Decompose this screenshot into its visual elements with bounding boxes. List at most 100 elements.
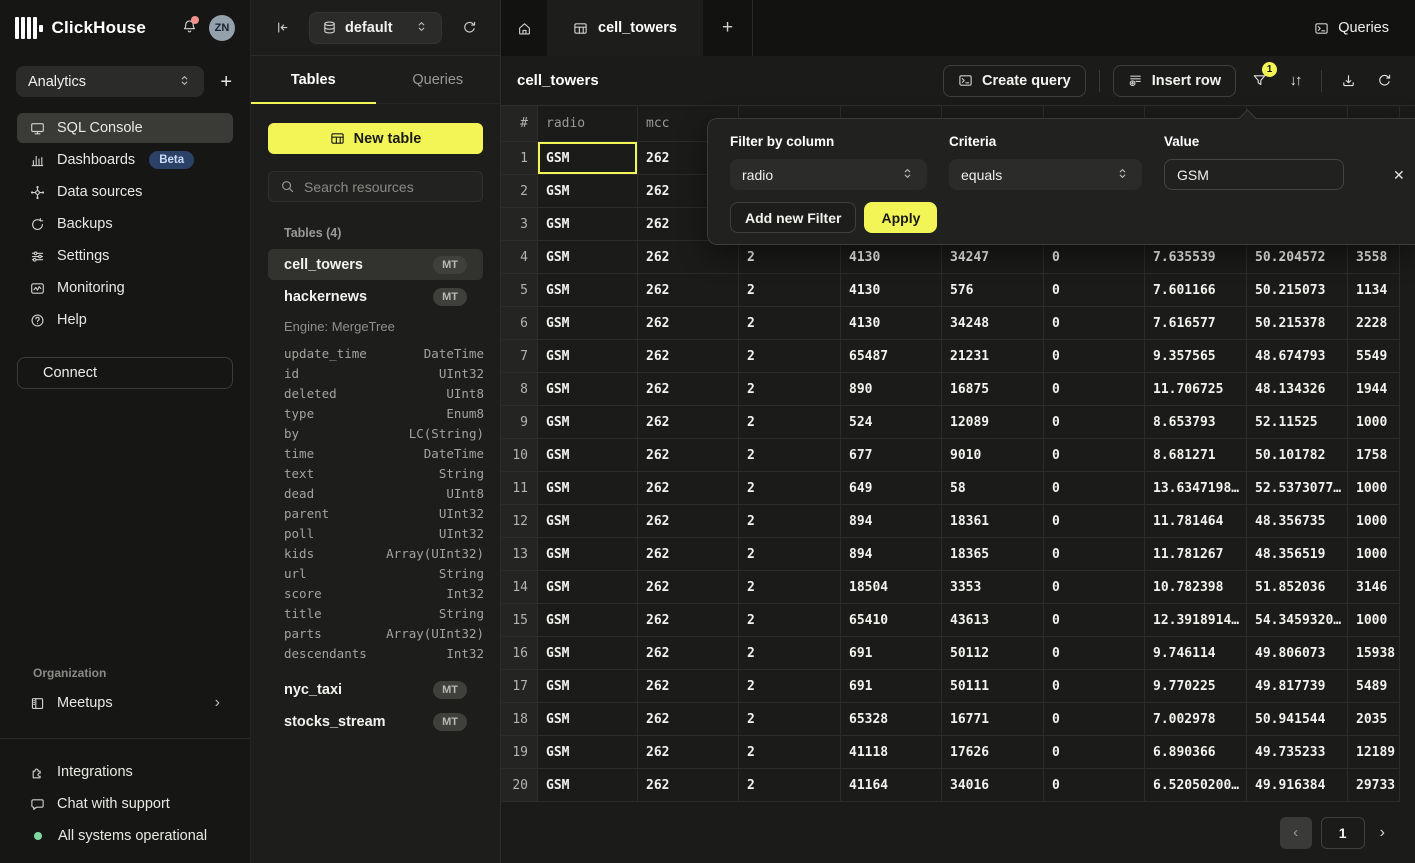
- table-cell[interactable]: 49.735233: [1247, 736, 1348, 769]
- table-cell[interactable]: 52.5373077…: [1247, 472, 1348, 505]
- table-cell[interactable]: GSM: [538, 604, 638, 637]
- pagination-page[interactable]: 1: [1321, 817, 1365, 849]
- table-cell[interactable]: 691: [841, 670, 942, 703]
- table-cell[interactable]: 0: [1044, 538, 1145, 571]
- table-cell[interactable]: 49.916384: [1247, 769, 1348, 802]
- table-cell[interactable]: 2: [739, 406, 841, 439]
- table-cell[interactable]: 894: [841, 538, 942, 571]
- sort-button[interactable]: ↓↑: [1282, 68, 1308, 94]
- table-cell[interactable]: 0: [1044, 637, 1145, 670]
- filter-value-input[interactable]: [1164, 159, 1344, 190]
- table-cell[interactable]: 0: [1044, 373, 1145, 406]
- table-cell[interactable]: 262: [638, 241, 739, 274]
- table-cell[interactable]: 11.781464: [1145, 505, 1247, 538]
- filter-column-select[interactable]: radio: [730, 159, 927, 190]
- table-cell[interactable]: 0: [1044, 505, 1145, 538]
- table-cell[interactable]: 0: [1044, 604, 1145, 637]
- table-cell[interactable]: 262: [638, 637, 739, 670]
- table-cell[interactable]: 0: [1044, 670, 1145, 703]
- table-cell[interactable]: 2: [739, 340, 841, 373]
- filter-criteria-select[interactable]: equals: [949, 159, 1142, 190]
- insert-row-button[interactable]: Insert row: [1113, 65, 1236, 97]
- table-cell[interactable]: GSM: [538, 637, 638, 670]
- table-cell[interactable]: 0: [1044, 406, 1145, 439]
- table-cell[interactable]: 50.215073: [1247, 274, 1348, 307]
- table-cell[interactable]: 18504: [841, 571, 942, 604]
- sidebar-item-sql-console[interactable]: SQL Console: [17, 113, 233, 143]
- table-cell[interactable]: 262: [638, 373, 739, 406]
- table-cell[interactable]: GSM: [538, 175, 638, 208]
- table-cell[interactable]: 3146: [1348, 571, 1400, 604]
- table-cell[interactable]: 50111: [942, 670, 1044, 703]
- table-cell[interactable]: GSM: [538, 373, 638, 406]
- table-cell[interactable]: 262: [638, 670, 739, 703]
- table-cell[interactable]: 3353: [942, 571, 1044, 604]
- sidebar-item-meetups[interactable]: Meetups›: [17, 688, 233, 718]
- pagination-prev-button[interactable]: ‹: [1280, 817, 1312, 849]
- create-query-button[interactable]: Create query: [943, 65, 1086, 97]
- table-cell[interactable]: 2: [739, 604, 841, 637]
- sidebar-item-settings[interactable]: Settings: [17, 241, 233, 271]
- table-cell[interactable]: GSM: [538, 274, 638, 307]
- table-cell[interactable]: 65487: [841, 340, 942, 373]
- table-cell[interactable]: 5489: [1348, 670, 1400, 703]
- table-cell[interactable]: GSM: [538, 472, 638, 505]
- table-cell[interactable]: 9.770225: [1145, 670, 1247, 703]
- table-cell[interactable]: 48.134326: [1247, 373, 1348, 406]
- table-cell[interactable]: 43613: [942, 604, 1044, 637]
- table-cell[interactable]: 894: [841, 505, 942, 538]
- table-cell[interactable]: 13.6347198…: [1145, 472, 1247, 505]
- table-cell[interactable]: 0: [1044, 340, 1145, 373]
- table-cell[interactable]: 2: [739, 571, 841, 604]
- table-cell[interactable]: GSM: [538, 406, 638, 439]
- table-cell[interactable]: 65328: [841, 703, 942, 736]
- table-cell[interactable]: 48.674793: [1247, 340, 1348, 373]
- table-cell[interactable]: 262: [638, 439, 739, 472]
- table-cell[interactable]: GSM: [538, 340, 638, 373]
- table-cell[interactable]: 4130: [841, 307, 942, 340]
- table-cell[interactable]: 0: [1044, 571, 1145, 604]
- sidebar-item-chat-with-support[interactable]: Chat with support: [17, 789, 233, 819]
- table-cell[interactable]: 1944: [1348, 373, 1400, 406]
- table-cell[interactable]: 3558: [1348, 241, 1400, 274]
- table-cell[interactable]: 2: [739, 769, 841, 802]
- table-cell[interactable]: 262: [638, 703, 739, 736]
- table-cell[interactable]: 48.356735: [1247, 505, 1348, 538]
- table-cell[interactable]: 262: [638, 769, 739, 802]
- table-cell[interactable]: 677: [841, 439, 942, 472]
- table-cell[interactable]: 6.890366: [1145, 736, 1247, 769]
- table-cell[interactable]: 1000: [1348, 472, 1400, 505]
- table-cell[interactable]: 7.616577: [1145, 307, 1247, 340]
- tab-cell-towers[interactable]: cell_towers: [547, 0, 703, 56]
- table-cell[interactable]: 34248: [942, 307, 1044, 340]
- table-cell[interactable]: 262: [638, 406, 739, 439]
- table-cell[interactable]: 1758: [1348, 439, 1400, 472]
- table-cell[interactable]: 0: [1044, 769, 1145, 802]
- table-cell[interactable]: 0: [1044, 703, 1145, 736]
- table-cell[interactable]: 2: [739, 373, 841, 406]
- table-cell[interactable]: GSM: [538, 307, 638, 340]
- remove-filter-button[interactable]: ✕: [1393, 167, 1405, 184]
- sidebar-item-data-sources[interactable]: Data sources: [17, 177, 233, 207]
- queries-button[interactable]: Queries: [1296, 0, 1407, 56]
- table-cell[interactable]: 7.635539: [1145, 241, 1247, 274]
- collapse-panel-button[interactable]: [269, 15, 295, 41]
- search-resources-input[interactable]: [304, 179, 471, 195]
- tab-tables[interactable]: Tables: [251, 56, 376, 103]
- table-cell[interactable]: 2: [739, 703, 841, 736]
- table-cell[interactable]: 9.746114: [1145, 637, 1247, 670]
- apply-filter-button[interactable]: Apply: [864, 202, 937, 233]
- table-cell[interactable]: 50.204572: [1247, 241, 1348, 274]
- table-cell[interactable]: 50.941544: [1247, 703, 1348, 736]
- table-cell[interactable]: 2035: [1348, 703, 1400, 736]
- table-cell[interactable]: 5549: [1348, 340, 1400, 373]
- table-cell[interactable]: 2: [739, 241, 841, 274]
- refresh-tables-button[interactable]: [456, 15, 482, 41]
- table-cell[interactable]: 1000: [1348, 406, 1400, 439]
- table-cell[interactable]: 29733: [1348, 769, 1400, 802]
- notifications-button[interactable]: [182, 19, 197, 37]
- table-cell[interactable]: 262: [638, 736, 739, 769]
- table-cell[interactable]: 48.356519: [1247, 538, 1348, 571]
- sidebar-item-monitoring[interactable]: Monitoring: [17, 273, 233, 303]
- table-cell[interactable]: 41118: [841, 736, 942, 769]
